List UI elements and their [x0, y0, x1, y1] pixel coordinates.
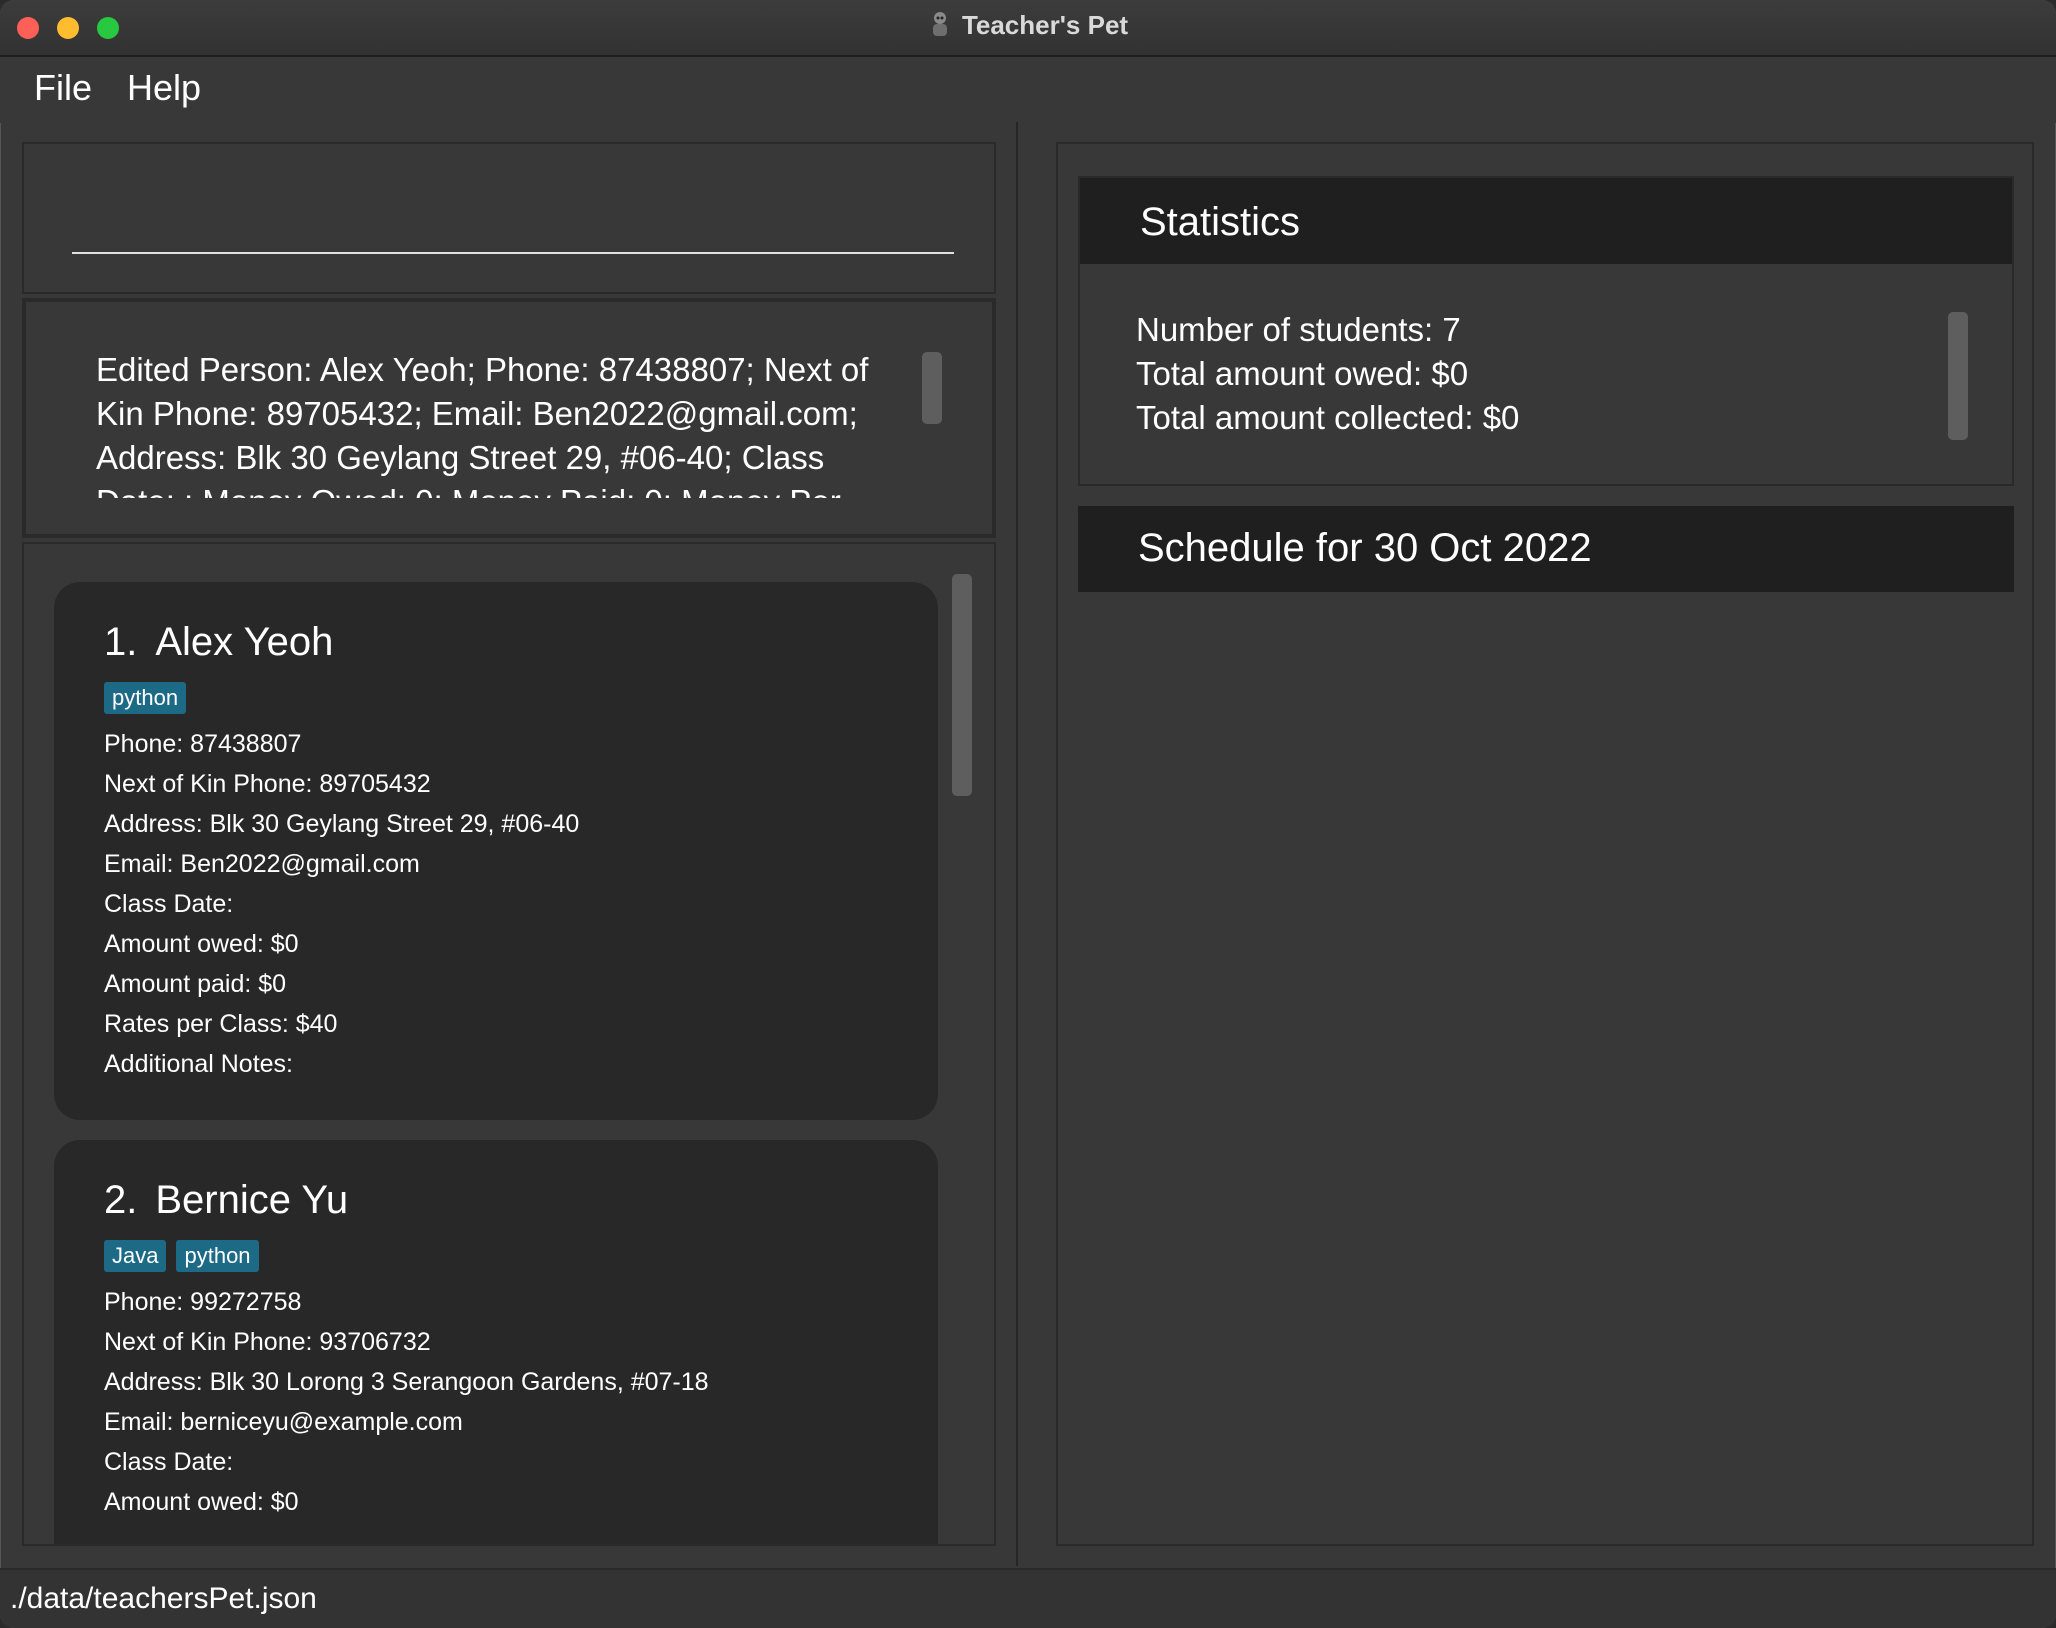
email-field: Email: Ben2022@gmail.com [104, 850, 420, 878]
command-box [22, 142, 996, 294]
statistics-scrollbar[interactable] [1948, 312, 1968, 440]
result-display: Edited Person: Alex Yeoh; Phone: 8743880… [22, 298, 996, 538]
student-details: Phone: 99272758 Next of Kin Phone: 93706… [104, 1282, 709, 1522]
stat-student-count: Number of students: 7 [1136, 311, 1461, 348]
result-scrollbar[interactable] [922, 352, 942, 424]
student-details: Phone: 87438807 Next of Kin Phone: 89705… [104, 724, 579, 1084]
student-index: 1. [104, 620, 138, 664]
menu-bar: File Help [0, 57, 2056, 123]
status-bar: ./data/teachersPet.json [0, 1568, 2056, 1628]
address-field: Address: Blk 30 Geylang Street 29, #06-4… [104, 810, 580, 838]
phone-field: Phone: 99272758 [104, 1288, 302, 1316]
address-field: Address: Blk 30 Lorong 3 Serangoon Garde… [104, 1368, 709, 1396]
amount-owed-field: Amount owed: $0 [104, 930, 299, 958]
nok-phone-field: Next of Kin Phone: 93706732 [104, 1328, 431, 1356]
app-window: Teacher's Pet File Help Edited Person: A… [0, 0, 2056, 1628]
student-card[interactable]: 2. Bernice Yu Java python Phone: 99272758… [54, 1140, 938, 1544]
student-name-row: 1. Alex Yeoh [104, 620, 333, 665]
schedule-title: Schedule for 30 Oct 2022 [1138, 526, 1592, 570]
app-logo-icon [932, 12, 947, 36]
amount-owed-field: Amount owed: $0 [104, 1488, 299, 1516]
schedule-header: Schedule for 30 Oct 2022 [1078, 506, 2014, 592]
tag: python [104, 682, 187, 714]
window-title: Teacher's Pet [961, 10, 1129, 40]
statistics-title: Statistics [1140, 200, 1301, 244]
student-name-row: 2. Bernice Yu [104, 1178, 348, 1223]
class-date-field: Class Date: [104, 1448, 234, 1476]
window-title-container: Teacher's Pet [0, 10, 2056, 41]
student-name: Alex Yeoh [155, 620, 334, 664]
notes-field: Additional Notes: [104, 1050, 294, 1078]
email-field: Email: berniceyu@example.com [104, 1408, 463, 1436]
list-scrollbar[interactable] [952, 574, 972, 796]
tag-list: Java python [104, 1240, 259, 1272]
menu-help[interactable]: Help [127, 67, 201, 109]
title-bar: Teacher's Pet [0, 0, 2056, 57]
command-input[interactable] [72, 204, 954, 254]
statistics-panel: Statistics Number of students: 7 Total a… [1078, 176, 2014, 486]
statistics-header: Statistics [1080, 178, 2012, 264]
result-message: Edited Person: Alex Yeoh; Phone: 8743880… [96, 351, 869, 498]
split-pane-divider[interactable] [1016, 122, 1018, 1566]
stat-total-owed: Total amount owed: $0 [1136, 355, 1469, 392]
menu-file[interactable]: File [34, 67, 92, 109]
statistics-body: Number of students: 7 Total amount owed:… [1136, 308, 1519, 440]
student-index: 2. [104, 1178, 138, 1222]
tag: python [176, 1240, 259, 1272]
amount-paid-field: Amount paid: $0 [104, 970, 287, 998]
rate-field: Rates per Class: $40 [104, 1010, 338, 1038]
class-date-field: Class Date: [104, 890, 234, 918]
student-list: 1. Alex Yeoh python Phone: 87438807 Next … [22, 542, 996, 1546]
student-card[interactable]: 1. Alex Yeoh python Phone: 87438807 Next … [54, 582, 938, 1120]
phone-field: Phone: 87438807 [104, 730, 302, 758]
stat-total-collected: Total amount collected: $0 [1136, 399, 1520, 436]
data-file-path: ./data/teachersPet.json [10, 1582, 317, 1615]
left-pane: Edited Person: Alex Yeoh; Phone: 8743880… [22, 142, 998, 1546]
tag: Java [104, 1240, 167, 1272]
tag-list: python [104, 682, 187, 714]
student-name: Bernice Yu [155, 1178, 349, 1222]
right-pane: Statistics Number of students: 7 Total a… [1056, 142, 2034, 1546]
nok-phone-field: Next of Kin Phone: 89705432 [104, 770, 431, 798]
